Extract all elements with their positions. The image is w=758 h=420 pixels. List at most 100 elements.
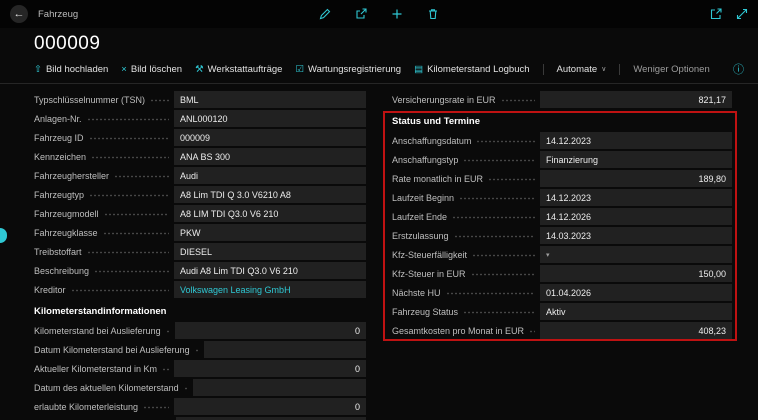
field-value[interactable]: Volkswagen Leasing GmbH	[180, 285, 291, 295]
field-input[interactable]: ▾ 01.04.2026	[540, 284, 732, 301]
field-value: 0	[355, 326, 360, 336]
dotted-leader	[501, 99, 535, 102]
chevron-down-icon: ▾	[546, 251, 550, 259]
field-input[interactable]: ▾	[540, 246, 732, 263]
dotted-leader	[463, 311, 535, 314]
field-input[interactable]: ▾ 14.12.2026	[540, 208, 732, 225]
field-label: Aktueller Kilometerstand in Km	[34, 364, 157, 374]
field-value: 0	[355, 364, 360, 374]
field-input[interactable]: ▾ 0	[174, 360, 366, 377]
field-row: Aktueller Kilometerstand in Km ▾ 0	[34, 360, 366, 377]
field-input[interactable]: ▾ 14.12.2023	[540, 132, 732, 149]
window-controls	[710, 8, 748, 20]
back-button[interactable]: ←	[10, 5, 28, 23]
field-input[interactable]: ▾ ANA BS 300	[174, 148, 366, 165]
field-input[interactable]: ▾ Audi	[174, 167, 366, 184]
action-werkstattauftraege[interactable]: ⚒ Werkstattaufträge	[195, 64, 282, 75]
field-label: Nächste HU	[392, 288, 441, 298]
field-value: A8 Lim TDI Q 3.0 V6210 A8	[180, 190, 291, 200]
dotted-leader	[476, 140, 535, 143]
open-in-new-icon[interactable]	[710, 8, 722, 20]
field-label: erlaubte Kilometerleistung	[34, 402, 138, 412]
field-input[interactable]: ▾ 821,17	[540, 91, 732, 108]
dotted-leader	[87, 118, 169, 121]
delete-icon[interactable]	[427, 8, 439, 20]
field-label: Fahrzeug ID	[34, 133, 84, 143]
field-input[interactable]: ▾ DIESEL	[174, 243, 366, 260]
field-input[interactable]: ▾ 0	[175, 322, 366, 339]
field-row: Anschaffungstyp ▾ Finanzierung	[392, 151, 732, 168]
field-input[interactable]: ▾ 14.12.2023	[540, 189, 732, 206]
field-row: Fahrzeug Status ▾ Aktiv	[392, 303, 732, 320]
field-label: Laufzeit Ende	[392, 212, 447, 222]
fewer-options-button[interactable]: Weniger Optionen	[633, 64, 709, 75]
field-label: Fahrzeughersteller	[34, 171, 109, 181]
action-kilometerstand-logbuch[interactable]: ▤ Kilometerstand Logbuch	[414, 64, 529, 75]
dotted-leader	[103, 232, 169, 235]
action-bild-hochladen[interactable]: ⇧ Bild hochladen	[34, 64, 108, 75]
action-wartungsregistrierung[interactable]: ☑ Wartungsregistrierung	[295, 64, 401, 75]
field-value: 14.12.2026	[546, 212, 591, 222]
field-value: 14.12.2023	[546, 136, 591, 146]
field-row: Fahrzeughersteller ▾ Audi	[34, 167, 366, 184]
field-input[interactable]: ▾ Aktiv	[540, 303, 732, 320]
field-input[interactable]: ▾ A8 LIM TDI Q3.0 V6 210	[174, 205, 366, 222]
field-value: DIESEL	[180, 247, 212, 257]
field-row: Kreditor ▾ Volkswagen Leasing GmbH	[34, 281, 366, 298]
field-row: Treibstoffart ▾ DIESEL	[34, 243, 366, 260]
field-input[interactable]: ▾	[193, 379, 366, 396]
field-row: Versicherungsrate in EUR ▾ 821,17	[392, 91, 732, 108]
dotted-leader	[143, 406, 169, 409]
resize-icon[interactable]	[736, 8, 748, 20]
general-fields-column: Typschlüsselnummer (TSN) ▾ BML Anlagen-N…	[34, 91, 366, 420]
automate-menu[interactable]: Automate ∨	[557, 64, 607, 75]
field-input[interactable]: ▾ Finanzierung	[540, 151, 732, 168]
field-row: Kfz-Steuerfälligkeit ▾	[392, 246, 732, 263]
field-input[interactable]: ▾ Volkswagen Leasing GmbH	[174, 281, 366, 298]
dotted-leader	[94, 270, 169, 273]
action-bild-loeschen[interactable]: × Bild löschen	[121, 64, 182, 75]
field-input[interactable]: ▾ 000009	[174, 129, 366, 146]
field-label: Datum Kilometerstand bei Auslieferung	[34, 345, 190, 355]
action-bar: ⇧ Bild hochladen × Bild löschen ⚒ Werkst…	[0, 58, 758, 84]
field-row: Fahrzeugmodell ▾ A8 LIM TDI Q3.0 V6 210	[34, 205, 366, 222]
field-input[interactable]: ▾ 150,00	[540, 265, 732, 282]
field-row: Nächste HU ▾ 01.04.2026	[392, 284, 732, 301]
field-label: Kfz-Steuer in EUR	[392, 269, 466, 279]
field-input[interactable]: ▾ 14.03.2023	[540, 227, 732, 244]
insurance-field-rows: Versicherungsrate in EUR ▾ 821,17	[392, 91, 732, 108]
field-row: Datum des aktuellen Kilometerstand ▾	[34, 379, 366, 396]
field-value: 821,17	[698, 95, 726, 105]
field-input[interactable]: ▾ 408,23	[540, 322, 732, 339]
info-icon[interactable]: ⓘ	[733, 61, 744, 77]
field-value: Audi	[180, 171, 198, 181]
field-input[interactable]: ▾ ANL000120	[174, 110, 366, 127]
field-input[interactable]: ▾ Audi A8 Lim TDI Q3.0 V6 210	[174, 262, 366, 279]
dotted-leader	[446, 292, 535, 295]
field-value: ANA BS 300	[180, 152, 230, 162]
record-toolbar	[319, 8, 439, 20]
field-value: 408,23	[698, 326, 726, 336]
field-label: Kennzeichen	[34, 152, 86, 162]
field-input[interactable]: ▾ A8 Lim TDI Q 3.0 V6210 A8	[174, 186, 366, 203]
status-fields-column: Versicherungsrate in EUR ▾ 821,17 Status…	[392, 91, 732, 420]
edit-pencil-icon[interactable]	[319, 8, 331, 20]
action-label: Kilometerstand Logbuch	[427, 64, 529, 75]
field-input[interactable]: ▾ 189,80	[540, 170, 732, 187]
action-icon: ☑	[295, 64, 304, 75]
status-field-rows: Anschaffungsdatum ▾ 14.12.2023 Anschaffu…	[392, 132, 732, 339]
field-input[interactable]: ▾ 0	[174, 398, 366, 415]
field-input[interactable]: ▾	[204, 341, 366, 358]
field-row: Fahrzeugklasse ▾ PKW	[34, 224, 366, 241]
field-input[interactable]: ▾ BML	[174, 91, 366, 108]
add-icon[interactable]	[391, 8, 403, 20]
dotted-leader	[488, 178, 535, 181]
dotted-leader	[89, 137, 169, 140]
field-input[interactable]: ▾ PKW	[174, 224, 366, 241]
field-row: Anschaffungsdatum ▾ 14.12.2023	[392, 132, 732, 149]
field-value: PKW	[180, 228, 201, 238]
field-label: Laufzeit Beginn	[392, 193, 454, 203]
dotted-leader	[150, 99, 169, 102]
action-icon: ▤	[414, 64, 423, 75]
share-icon[interactable]	[355, 8, 367, 20]
